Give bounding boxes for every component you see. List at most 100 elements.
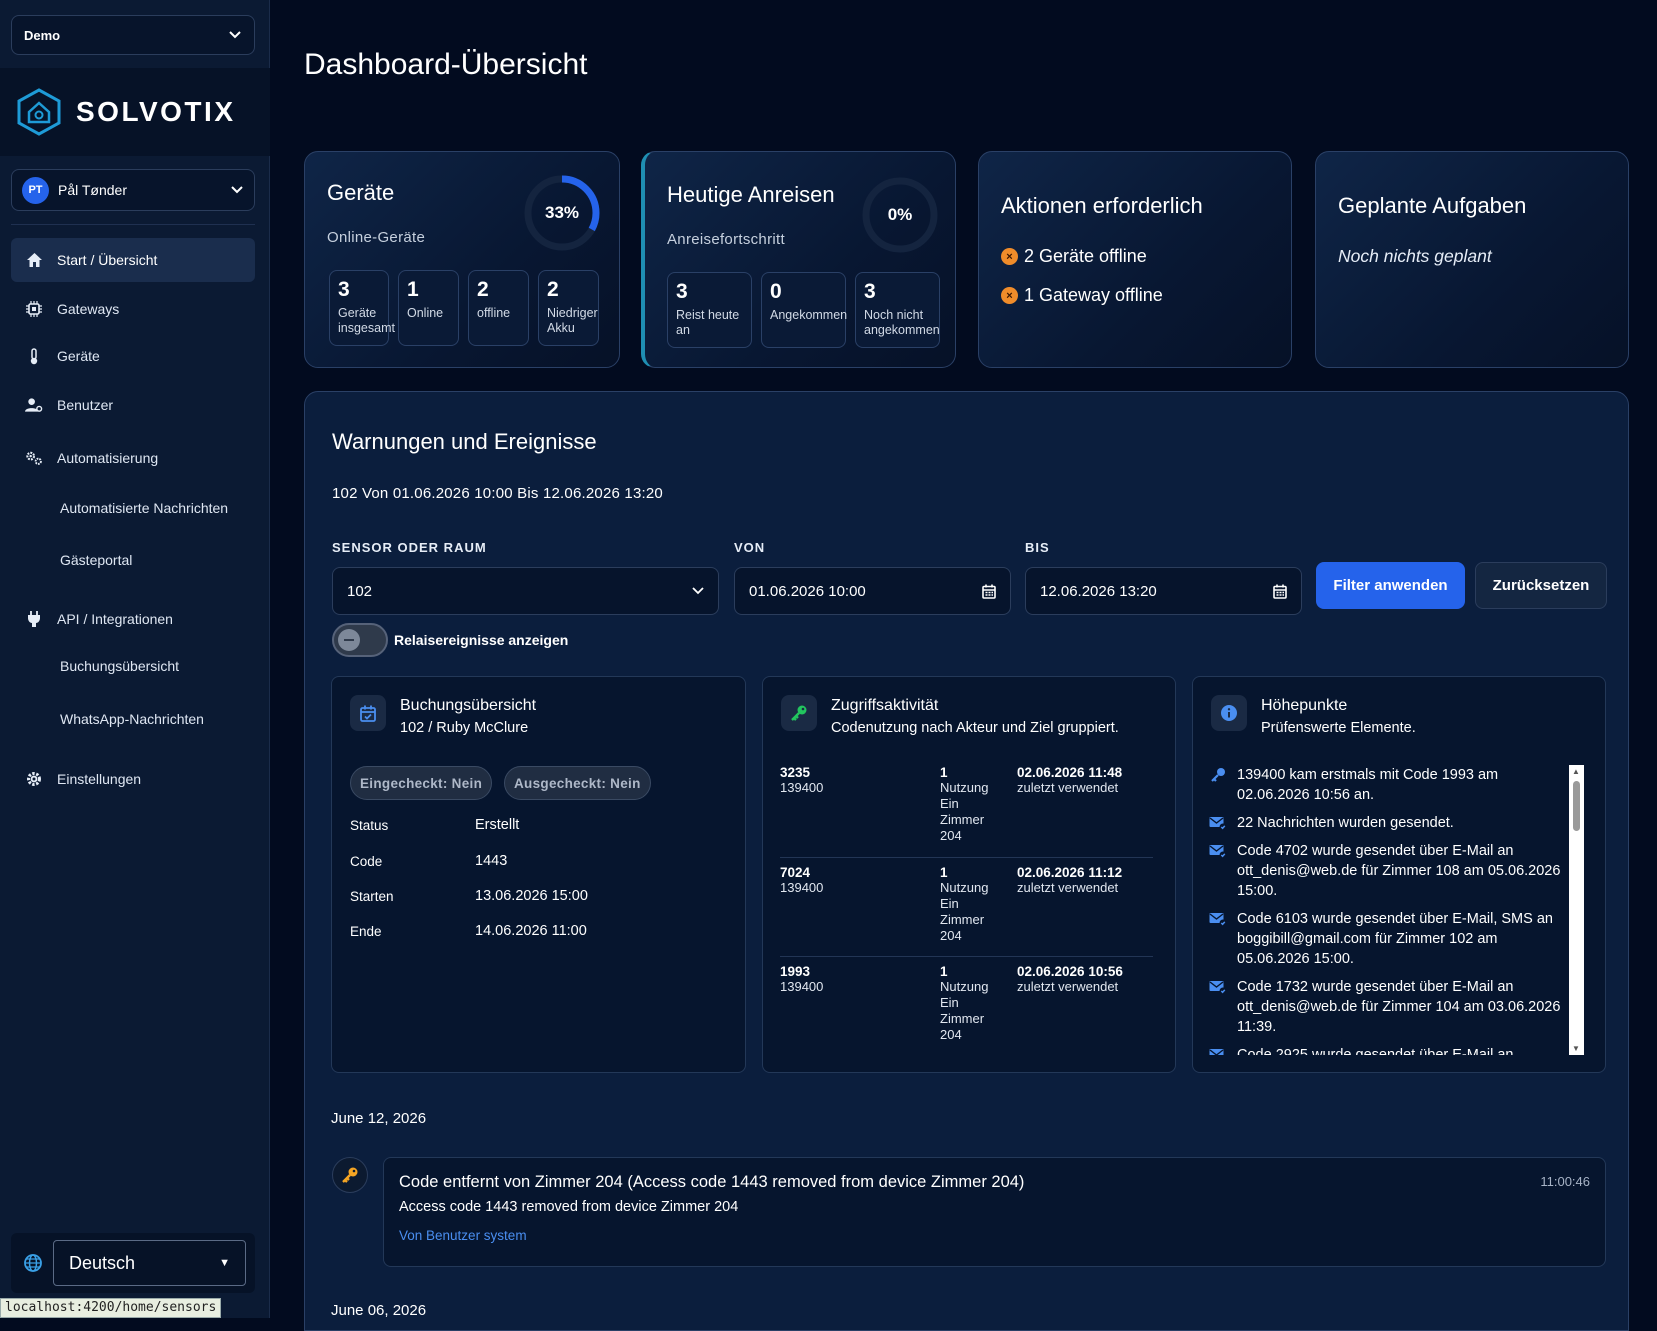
action-item[interactable]: × 2 Geräte offline — [1001, 246, 1147, 267]
tasks-card[interactable]: Geplante Aufgaben Noch nichts geplant — [1315, 151, 1629, 368]
from-label: VON — [734, 540, 766, 555]
sidebar-item-settings[interactable]: Einstellungen — [11, 757, 255, 801]
scrollbar[interactable]: ▲ ▼ — [1569, 765, 1584, 1055]
sidebar-item-users[interactable]: Benutzer — [11, 383, 255, 427]
stat-value: 3 — [864, 280, 876, 303]
logo-text: SOLVOTIX — [76, 96, 236, 127]
sidebar-item-booking-overview[interactable]: Buchungsübersicht — [60, 658, 179, 674]
warning-icon: × — [1001, 248, 1018, 265]
access-actor: 139400 — [780, 880, 824, 895]
sidebar-item-start[interactable]: Start / Übersicht — [11, 238, 255, 282]
stat-value: 3 — [676, 280, 688, 303]
sidebar-item-guest-portal[interactable]: Gästeportal — [60, 552, 132, 568]
timeline-date: June 06, 2026 — [331, 1302, 427, 1319]
start-key: Starten — [350, 889, 394, 904]
access-activity-card: Zugriffsaktivität Codenutzung nach Akteu… — [762, 676, 1176, 1073]
key-icon — [332, 1157, 368, 1193]
code-value: 1443 — [475, 853, 508, 869]
event-time: 11:00:46 — [1540, 1174, 1590, 1189]
sidebar-item-gateways[interactable]: Gateways — [11, 287, 255, 331]
last-used-label: zuletzt verwendet — [1017, 880, 1119, 895]
sidebar-item-devices[interactable]: Geräte — [11, 334, 255, 378]
highlight-item: 139400 kam erstmals mit Code 1993 am 02.… — [1209, 765, 1569, 805]
relay-events-toggle[interactable] — [332, 623, 388, 657]
action-item[interactable]: × 1 Gateway offline — [1001, 285, 1163, 306]
start-value: 13.06.2026 15:00 — [475, 888, 588, 904]
card-title: Geräte — [327, 180, 395, 205]
reset-button[interactable]: Zurücksetzen — [1475, 562, 1607, 609]
page-title: Dashboard-Übersicht — [304, 48, 588, 81]
card-subtitle: Online-Geräte — [327, 229, 426, 246]
sidebar-item-api[interactable]: API / Integrationen — [11, 597, 255, 641]
event-title: Code entfernt von Zimmer 204 (Access cod… — [399, 1173, 1025, 1191]
calendar-icon[interactable] — [982, 584, 996, 599]
access-actor: 139400 — [780, 780, 824, 795]
action-text: 1 Gateway offline — [1024, 285, 1163, 305]
gears-icon — [25, 449, 43, 467]
stat-offline: 2 offline — [468, 270, 529, 346]
usage-count: 1 — [940, 865, 948, 880]
progress-ring-label: 0% — [887, 205, 913, 224]
relay-events-label: Relaisereignisse anzeigen — [394, 632, 569, 648]
apply-filter-button[interactable]: Filter anwenden — [1316, 562, 1465, 609]
toggle-knob — [338, 629, 360, 651]
home-icon — [25, 251, 43, 269]
highlight-item: 22 Nachrichten wurden gesendet. — [1209, 813, 1569, 833]
event-user-link[interactable]: Von Benutzer system — [399, 1228, 527, 1243]
scroll-up-icon[interactable]: ▲ — [1572, 767, 1580, 776]
highlights-list[interactable]: 139400 kam erstmals mit Code 1993 am 02.… — [1209, 765, 1569, 1055]
stat-label: Online — [407, 306, 444, 320]
user-name: Pål Tønder — [58, 182, 127, 198]
calendar-icon[interactable] — [1273, 584, 1287, 599]
divider — [11, 224, 255, 225]
end-key: Ende — [350, 924, 382, 939]
last-used-time: 02.06.2026 10:56 — [1017, 964, 1123, 979]
sidebar-item-automation[interactable]: Automatisierung — [11, 436, 255, 480]
access-code: 7024 — [780, 865, 811, 880]
booking-title: Buchungsübersicht — [400, 697, 537, 714]
language-value: Deutsch — [69, 1252, 136, 1273]
chevron-down-icon — [231, 186, 243, 194]
event-detail: Access code 1443 removed from device Zim… — [399, 1199, 739, 1215]
section-title: Warnungen und Ereignisse — [332, 429, 597, 454]
last-used-time: 02.06.2026 11:48 — [1017, 765, 1123, 780]
calendar-check-icon — [350, 695, 386, 731]
to-date-value: 12.06.2026 13:20 — [1040, 582, 1157, 600]
checked-in-badge: Eingecheckt: Nein — [350, 766, 493, 800]
arrivals-card[interactable]: Heutige Anreisen Anreisefortschritt 0% 3… — [641, 151, 956, 368]
status-value: Erstellt — [475, 817, 520, 833]
sensor-select[interactable]: 102 — [332, 567, 719, 615]
sidebar-item-whatsapp[interactable]: WhatsApp-Nachrichten — [60, 711, 204, 727]
stat-value: 1 — [407, 278, 419, 301]
to-date-input[interactable]: 12.06.2026 13:20 — [1025, 567, 1302, 615]
actions-card[interactable]: Aktionen erforderlich × 2 Geräte offline… — [978, 151, 1292, 368]
language-select[interactable]: Deutsch ▼ — [53, 1240, 246, 1286]
sidebar-item-label: Automatisierung — [57, 450, 159, 466]
stat-label: Niedriger Akku — [547, 306, 598, 335]
usage-target: Ein Zimmer 204 — [940, 896, 985, 943]
from-date-input[interactable]: 01.06.2026 10:00 — [734, 567, 1011, 615]
from-date-value: 01.06.2026 10:00 — [749, 582, 866, 600]
tenant-select[interactable]: Demo — [11, 15, 255, 55]
code-key: Code — [350, 854, 383, 869]
last-used-label: zuletzt verwendet — [1017, 979, 1119, 994]
status-key: Status — [350, 818, 389, 833]
timeline-date: June 12, 2026 — [331, 1110, 427, 1127]
divider — [780, 956, 1153, 957]
progress-ring: 33% — [522, 173, 602, 253]
scroll-down-icon[interactable]: ▼ — [1572, 1044, 1580, 1053]
highlight-text: 22 Nachrichten wurden gesendet. — [1237, 815, 1454, 831]
access-code: 3235 — [780, 765, 811, 780]
user-select[interactable]: PT Pål Tønder — [11, 169, 255, 211]
checked-out-badge: Ausgecheckt: Nein — [504, 766, 651, 800]
logo[interactable]: SOLVOTIX — [0, 68, 270, 156]
sidebar-item-automated-messages[interactable]: Automatisierte Nachrichten — [60, 500, 228, 516]
event-card[interactable]: Code entfernt von Zimmer 204 (Access cod… — [383, 1157, 1606, 1267]
user-gear-icon — [25, 396, 43, 414]
key-icon — [1211, 768, 1225, 782]
scrollbar-thumb[interactable] — [1573, 781, 1580, 831]
sidebar-item-label: Start / Übersicht — [57, 252, 158, 268]
devices-card[interactable]: Geräte Online-Geräte 33% 3 Geräte insges… — [304, 151, 620, 368]
plug-icon — [25, 610, 43, 628]
usage-count: 1 — [940, 765, 948, 780]
